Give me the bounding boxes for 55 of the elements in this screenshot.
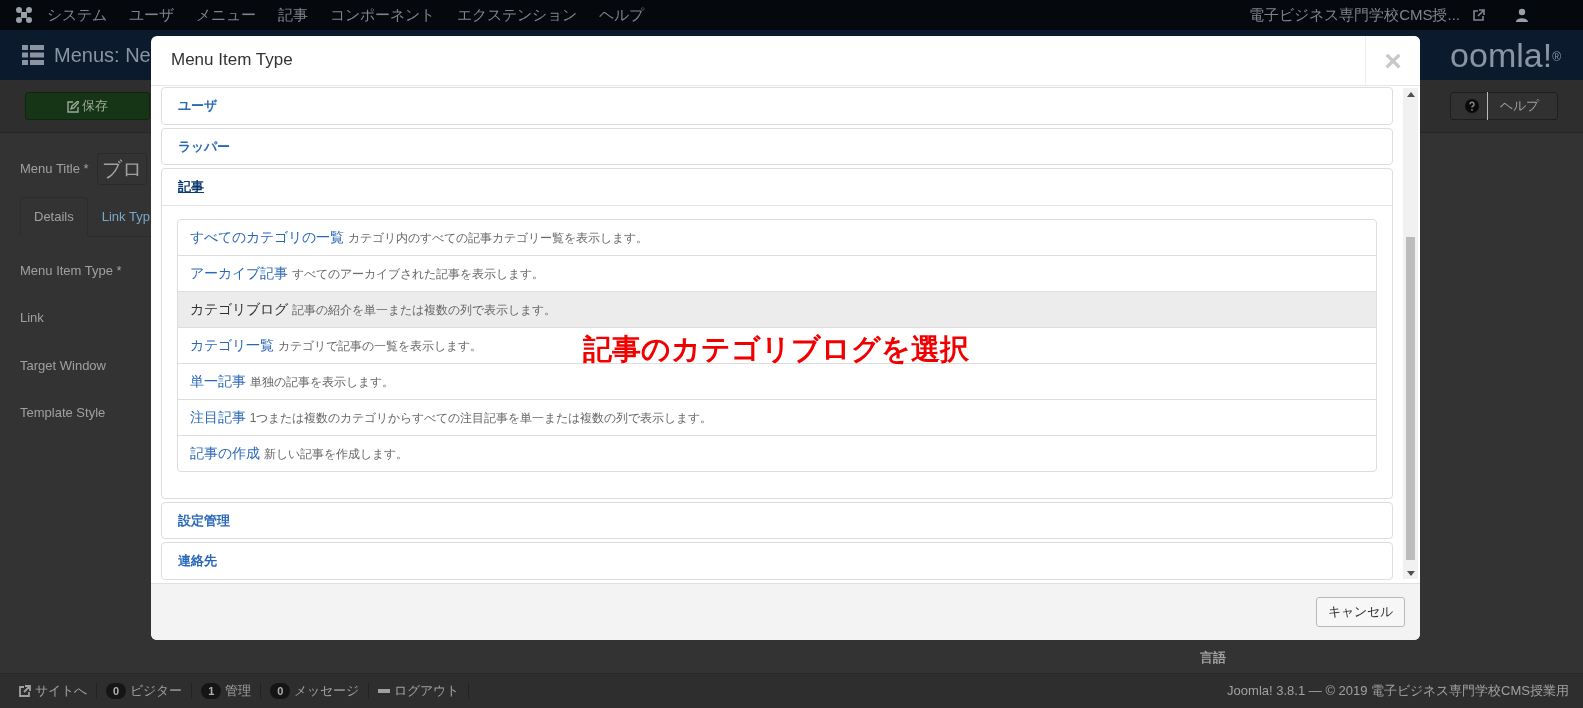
user-icon[interactable]: [1515, 8, 1529, 22]
field-label: Menu Item Type *: [20, 261, 122, 280]
menu-type-item[interactable]: カテゴリブログ 記事の紹介を単一または複数の列で表示します。: [190, 301, 556, 317]
cancel-button[interactable]: キャンセル: [1316, 597, 1405, 627]
count-badge: 0: [270, 683, 291, 699]
tab[interactable]: Details: [20, 197, 88, 237]
count-badge: 0: [106, 683, 127, 699]
menu-item[interactable]: エクステンション: [448, 3, 586, 27]
menu-item[interactable]: ユーザ: [120, 3, 183, 27]
save-button[interactable]: 保存: [25, 92, 150, 120]
status-link[interactable]: 管理: [225, 683, 252, 699]
logo: oomla!$^{®}$: [1450, 34, 1561, 76]
accordion-header[interactable]: 連絡先: [162, 543, 1392, 579]
accordion-header[interactable]: ユーザ: [162, 88, 1392, 124]
external-link-icon: [19, 685, 31, 697]
menu-type-item[interactable]: 記事の作成 新しい記事を作成します。: [190, 445, 408, 461]
page-title: Menus: Ne: [54, 43, 151, 67]
scrollbar[interactable]: [1403, 88, 1418, 579]
field-label: Target Window: [20, 356, 106, 375]
accordion-header[interactable]: 設定管理: [162, 502, 1392, 538]
section-heading: 言語: [1200, 648, 1226, 667]
accordion-header[interactable]: 記事: [162, 169, 1392, 205]
menu-type-item[interactable]: カテゴリ一覧 カテゴリで記事の一覧を表示します。: [190, 337, 482, 353]
logo-icon[interactable]: [14, 5, 34, 25]
copyright-text: Joomla! 3.8.1 — © 2019 電子ビジネス専門学校CMS授業用: [1227, 682, 1570, 701]
menu-type-item[interactable]: 注目記事 1つまたは複数のカテゴリからすべての注目記事を単一または複数の列で表示します。: [190, 409, 713, 425]
scroll-up-icon[interactable]: [1406, 92, 1415, 97]
help-button[interactable]: ヘルプ: [1450, 92, 1558, 120]
field-label: Menu Title *: [20, 160, 89, 179]
external-link-icon: [1473, 9, 1485, 21]
help-icon: [1465, 99, 1479, 113]
menu-item[interactable]: ヘルプ: [590, 3, 653, 27]
field-label: Link: [20, 309, 44, 327]
list-icon: [22, 45, 44, 65]
menu-item[interactable]: 記事: [269, 3, 317, 27]
edit-icon: [66, 100, 79, 113]
scroll-down-icon[interactable]: [1406, 571, 1415, 576]
status-link[interactable]: ログアウト: [394, 683, 460, 699]
title-field[interactable]: ブロ: [96, 153, 147, 185]
menu-type-item[interactable]: 単一記事 単独の記事を表示します。: [190, 373, 394, 389]
modal-title: Menu Item Type: [171, 50, 293, 71]
menu-item[interactable]: メニュー: [187, 3, 265, 27]
site-link[interactable]: 電子ビジネス専門学校CMS授...: [1240, 3, 1469, 27]
accordion-header[interactable]: ラッパー: [162, 128, 1392, 164]
menu-item[interactable]: コンポーネント: [321, 3, 444, 27]
status-link[interactable]: ビジター: [130, 683, 183, 699]
menu-type-item[interactable]: すべてのカテゴリの一覧 カテゴリ内のすべての記事カテゴリー覧を表示します。: [190, 229, 648, 245]
menu-type-item[interactable]: アーカイブ記事 すべてのアーカイブされた記事を表示します。: [190, 265, 544, 281]
menu-item[interactable]: システム: [38, 3, 116, 27]
annotation-text: 記事のカテゴリブログを選択: [583, 331, 969, 367]
minus-icon: [378, 689, 391, 693]
count-badge: 1: [201, 683, 222, 699]
status-link[interactable]: サイトへ: [35, 683, 87, 699]
status-link[interactable]: メッセージ: [294, 683, 360, 699]
field-label: Template Style: [20, 404, 106, 422]
